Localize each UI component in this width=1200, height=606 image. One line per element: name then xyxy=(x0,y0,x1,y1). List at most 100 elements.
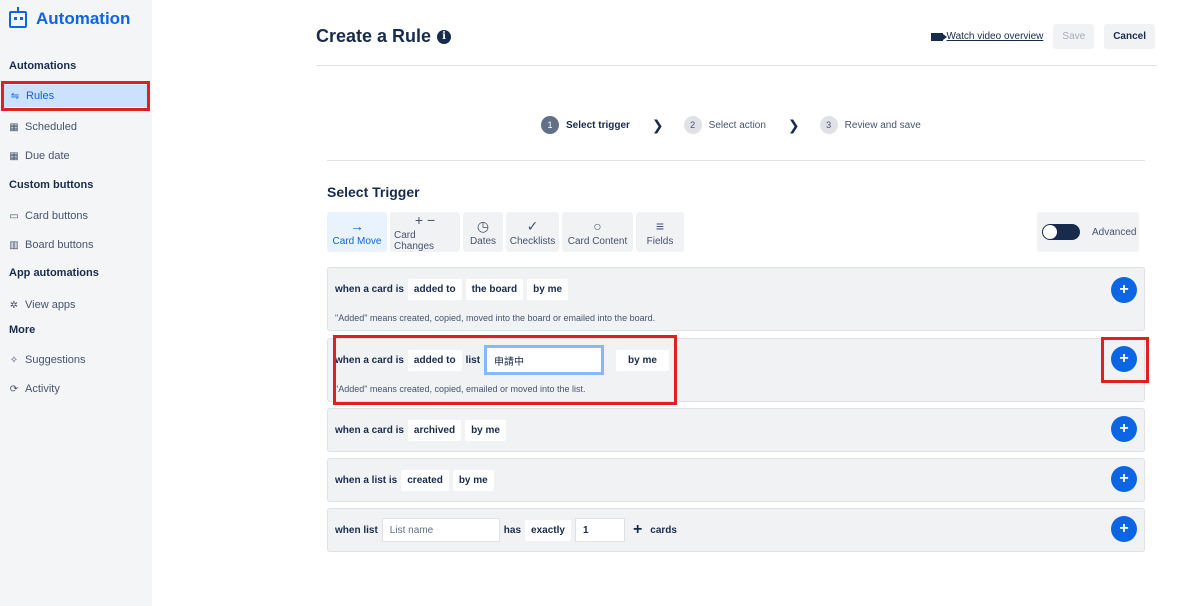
highlight-box-trigger xyxy=(333,335,677,405)
tab-label: Fields xyxy=(646,235,674,247)
tab-fields[interactable]: ≡ Fields xyxy=(636,212,684,252)
trigger-tabs: → Card Move + − Card Changes ◷ Dates ✓ C… xyxy=(327,212,684,252)
trigger-sentence: when a list is created by me xyxy=(335,470,494,491)
sidebar-item-scheduled[interactable]: ▦ Scheduled xyxy=(9,116,77,138)
calendar-icon: ▦ xyxy=(9,121,19,133)
list-name-input[interactable]: List name xyxy=(381,518,500,542)
watch-video-link[interactable]: Watch video overview xyxy=(930,31,1044,42)
calendar-icon: ▦ xyxy=(9,150,19,162)
section-automations: Automations xyxy=(9,60,77,72)
comment-icon: ○ xyxy=(593,217,602,234)
tab-label: Checklists xyxy=(509,235,556,247)
step-review-save: 3 Review and save xyxy=(819,116,921,134)
header-actions: Watch video overview Save Cancel xyxy=(930,24,1155,49)
section-app-automations: App automations xyxy=(9,267,99,279)
brand-label: Automation xyxy=(36,9,131,28)
arrow-right-icon: → xyxy=(350,217,364,234)
step-label: Review and save xyxy=(844,119,921,131)
check-icon: ✓ xyxy=(526,217,539,234)
by-select[interactable]: by me xyxy=(465,420,506,441)
add-trigger-button[interactable]: + xyxy=(1111,277,1137,303)
sidebar-item-card-buttons[interactable]: ▭ Card buttons xyxy=(9,205,88,227)
plus-icon: + xyxy=(1119,420,1129,437)
sidebar-item-board-buttons[interactable]: ▥ Board buttons xyxy=(9,234,94,256)
sidebar-item-due-date[interactable]: ▦ Due date xyxy=(9,145,70,167)
tab-label: Card Changes xyxy=(394,230,435,252)
steps-progress: 1 Select trigger ❯ 2 Select action ❯ 3 R… xyxy=(541,116,921,134)
advanced-toggle[interactable] xyxy=(1042,224,1080,240)
sparkle-icon: ✧ xyxy=(9,354,19,366)
sidebar-item-view-apps[interactable]: ✲ View apps xyxy=(9,294,76,316)
sidebar-item-label: Due date xyxy=(25,150,70,162)
gear-icon: ✲ xyxy=(9,299,19,311)
by-select[interactable]: by me xyxy=(452,470,494,491)
advanced-toggle-box: Advanced xyxy=(1037,212,1139,252)
comparator-select[interactable]: exactly xyxy=(525,519,571,541)
action-select[interactable]: added to xyxy=(407,279,462,300)
highlight-box-rules xyxy=(1,81,150,111)
trigger-prefix: when a card is xyxy=(335,284,404,295)
cards-word: cards xyxy=(650,524,677,536)
add-trigger-button[interactable]: + xyxy=(1111,516,1137,542)
tab-card-move[interactable]: → Card Move xyxy=(327,212,387,252)
cancel-button[interactable]: Cancel xyxy=(1104,24,1155,49)
target-select[interactable]: the board xyxy=(465,279,524,300)
step-select-action: 2 Select action xyxy=(683,116,766,134)
step-label: Select action xyxy=(708,119,766,131)
by-select[interactable]: by me xyxy=(527,279,569,300)
trigger-sentence: when list List name has exactly 1 + card… xyxy=(335,518,677,542)
sidebar-item-activity[interactable]: ⟳ Activity xyxy=(9,378,60,400)
tab-card-changes[interactable]: + − Card Changes xyxy=(390,212,460,252)
card-count-input[interactable]: 1 xyxy=(574,518,625,542)
trigger-row-archived: when a card is archived by me + xyxy=(327,408,1145,452)
sidebar-item-suggestions[interactable]: ✧ Suggestions xyxy=(9,349,86,371)
tab-checklists[interactable]: ✓ Checklists xyxy=(506,212,559,252)
trigger-prefix: when a card is xyxy=(335,425,404,436)
plus-minus-icon: + − xyxy=(414,212,436,228)
tab-card-content[interactable]: ○ Card Content xyxy=(562,212,633,252)
section-custom-buttons: Custom buttons xyxy=(9,179,94,191)
sidebar-item-label: Activity xyxy=(25,383,60,395)
trigger-prefix: when list xyxy=(335,524,378,536)
lines-icon: ≡ xyxy=(655,217,665,234)
divider xyxy=(327,160,1145,161)
step-number: 3 xyxy=(819,116,838,134)
board-icon: ▥ xyxy=(9,239,19,251)
chevron-right-icon: ❯ xyxy=(651,116,664,133)
trigger-description: "Added" means created, copied, moved int… xyxy=(335,313,656,323)
trigger-sentence: when a card is archived by me xyxy=(335,420,506,441)
info-icon[interactable]: i xyxy=(437,29,452,44)
trigger-row-list-created: when a list is created by me + xyxy=(327,458,1145,502)
page-title-text: Create a Rule xyxy=(316,26,432,46)
tab-label: Card Move xyxy=(332,235,382,247)
trigger-row-list-has-cards: when list List name has exactly 1 + card… xyxy=(327,508,1145,552)
add-trigger-button[interactable]: + xyxy=(1111,416,1137,442)
step-number: 1 xyxy=(541,116,559,134)
card-icon: ▭ xyxy=(9,210,19,222)
refresh-icon: ⟳ xyxy=(9,383,19,395)
trigger-sentence: when a card is added to the board by me xyxy=(335,279,569,300)
sidebar-brand[interactable]: Automation xyxy=(9,6,131,29)
sidebar-item-label: View apps xyxy=(25,299,76,311)
chevron-right-icon: ❯ xyxy=(787,116,800,133)
trigger-row-added-to-board: when a card is added to the board by me … xyxy=(327,267,1145,331)
action-select[interactable]: archived xyxy=(407,420,462,441)
plus-icon: + xyxy=(1119,281,1129,298)
sidebar-item-label: Board buttons xyxy=(25,239,94,251)
save-button[interactable]: Save xyxy=(1053,24,1095,49)
add-trigger-button[interactable]: + xyxy=(1111,466,1137,492)
trigger-prefix: when a list is xyxy=(335,475,398,486)
tab-label: Card Content xyxy=(567,235,628,247)
sidebar-item-label: Scheduled xyxy=(25,121,77,133)
clock-icon: ◷ xyxy=(476,217,490,234)
plus-icon[interactable]: + xyxy=(633,521,642,539)
tab-dates[interactable]: ◷ Dates xyxy=(463,212,503,252)
watch-video-label: Watch video overview xyxy=(946,31,1044,42)
action-select[interactable]: created xyxy=(401,470,449,491)
video-icon xyxy=(930,32,947,41)
divider xyxy=(316,65,1157,66)
highlight-box-add-button xyxy=(1101,337,1149,383)
advanced-label: Advanced xyxy=(1092,226,1137,238)
robot-icon xyxy=(9,6,27,28)
sidebar-item-label: Suggestions xyxy=(25,354,86,366)
